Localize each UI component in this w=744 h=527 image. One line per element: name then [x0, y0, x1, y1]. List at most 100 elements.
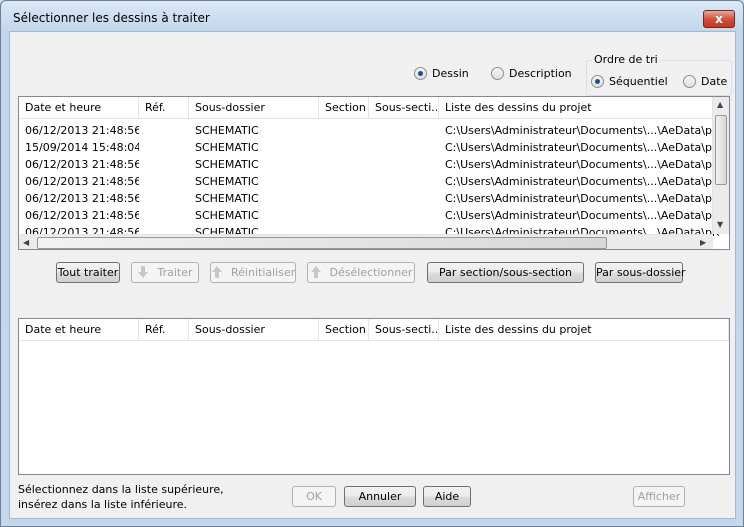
cell-drawing-path: C:\Users\Administrateur\Documents\...\Ae…	[445, 192, 719, 205]
cell-date: 06/12/2013 21:48:56	[25, 175, 139, 188]
radio-dessin-indicator[interactable]	[414, 67, 427, 80]
cell-section	[319, 173, 369, 190]
deselect-button[interactable]: Désélectionner	[307, 262, 415, 283]
col-section[interactable]: Section	[319, 319, 369, 341]
cell-subfolder: SCHEMATIC	[195, 124, 259, 137]
upper-vertical-scrollbar[interactable]: ▲ ▼	[712, 97, 729, 234]
cell-section	[319, 207, 369, 224]
by-subfolder-button[interactable]: Par sous-dossier	[595, 262, 686, 283]
cell-drawing-path: C:\Users\Administrateur\Documents\...\Ae…	[445, 124, 719, 137]
cell-section	[319, 122, 369, 139]
table-row[interactable]: 06/12/2013 21:48:56 SCHEMATIC C:\Users\Adm…	[19, 207, 719, 224]
radio-description-indicator[interactable]	[491, 67, 504, 80]
deselect-button-label: Désélectionner	[329, 266, 413, 279]
radio-dessin-label: Dessin	[432, 67, 469, 80]
col-drawing-list[interactable]: Liste des dessins du projet	[439, 97, 719, 119]
cell-ref	[139, 173, 189, 190]
by-section-button[interactable]: Par section/sous-section	[427, 262, 584, 283]
arrow-up-icon	[212, 266, 222, 278]
radio-dessin[interactable]: Dessin	[414, 67, 469, 80]
scroll-right-arrow-icon[interactable]: ▶	[700, 239, 706, 247]
cell-date: 06/12/2013 21:48:56	[25, 158, 139, 171]
table-row[interactable]: 15/09/2014 15:48:04 SCHEMATIC C:\Users\Adm…	[19, 139, 719, 156]
cell-ref	[139, 139, 189, 156]
cell-subsection	[369, 156, 439, 173]
cancel-button[interactable]: Annuler	[344, 486, 416, 507]
upper-list-header: Date et heure Réf. Sous-dossier Section …	[19, 97, 719, 119]
cell-subsection	[369, 207, 439, 224]
cell-section	[319, 156, 369, 173]
scroll-down-arrow-icon[interactable]: ▼	[717, 221, 723, 229]
cell-ref	[139, 122, 189, 139]
lower-list-header: Date et heure Réf. Sous-dossier Section …	[19, 319, 729, 341]
cell-subsection	[369, 173, 439, 190]
upper-horizontal-scrollbar[interactable]: ◀ ▶	[19, 234, 713, 249]
title-bar[interactable]: Sélectionner les dessins à traiter x	[1, 1, 743, 31]
cell-drawing-path: C:\Users\Administrateur\Documents\...\Ae…	[445, 141, 719, 154]
radio-description[interactable]: Description	[491, 67, 572, 80]
process-all-button[interactable]: Tout traiter	[56, 262, 120, 283]
col-subfolder[interactable]: Sous-dossier	[189, 97, 319, 119]
col-section[interactable]: Section	[319, 97, 369, 119]
scroll-up-arrow-icon[interactable]: ▲	[717, 101, 723, 109]
reset-button[interactable]: Réinitialiser	[210, 262, 296, 283]
cell-date: 15/09/2014 15:48:04	[25, 141, 139, 154]
table-row[interactable]: 06/12/2013 21:48:56 SCHEMATIC C:\Users\Adm…	[19, 173, 719, 190]
cell-date: 06/12/2013 21:48:56	[25, 209, 139, 222]
cell-subfolder: SCHEMATIC	[195, 175, 259, 188]
col-date[interactable]: Date et heure	[19, 319, 139, 341]
cell-subsection	[369, 122, 439, 139]
cell-subsection	[369, 139, 439, 156]
upper-drawing-list[interactable]: Date et heure Réf. Sous-dossier Section …	[18, 96, 730, 250]
sort-order-label: Ordre de tri	[592, 53, 660, 66]
table-row[interactable]: 06/12/2013 21:48:56 SCHEMATIC C:\Users\Adm…	[19, 156, 719, 173]
ok-button[interactable]: OK	[292, 486, 336, 507]
cell-date: 06/12/2013 21:48:56	[25, 192, 139, 205]
cell-subfolder: SCHEMATIC	[195, 158, 259, 171]
view-button[interactable]: Afficher	[633, 486, 685, 507]
radio-date[interactable]: Date	[683, 75, 727, 88]
col-date[interactable]: Date et heure	[19, 97, 139, 119]
cell-subfolder: SCHEMATIC	[195, 192, 259, 205]
instruction-line-2: insérez dans la liste inférieure.	[18, 498, 188, 511]
radio-description-label: Description	[509, 67, 572, 80]
cell-drawing-path: C:\Users\Administrateur\Documents\...\Ae…	[445, 158, 719, 171]
help-button[interactable]: Aide	[423, 486, 471, 507]
cell-section	[319, 190, 369, 207]
arrow-down-icon	[138, 266, 149, 278]
cell-drawing-path: C:\Users\Administrateur\Documents\...\Ae…	[445, 175, 719, 188]
close-button[interactable]: x	[703, 10, 735, 28]
cell-ref	[139, 156, 189, 173]
dialog-client-area: Dessin Description Ordre de tri Séquenti…	[9, 31, 736, 519]
cell-subsection	[369, 190, 439, 207]
table-row[interactable]: 06/12/2013 21:48:56 SCHEMATIC C:\Users\Adm…	[19, 122, 719, 139]
scroll-h-thumb[interactable]	[37, 237, 607, 249]
arrow-up-icon	[310, 266, 321, 278]
radio-sequentiel[interactable]: Séquentiel	[591, 75, 668, 88]
col-drawing-list[interactable]: Liste des dessins du projet	[439, 319, 729, 341]
radio-date-label: Date	[701, 75, 728, 88]
radio-sequentiel-indicator[interactable]	[591, 75, 604, 88]
col-subsection[interactable]: Sous-secti...	[369, 97, 439, 119]
scroll-left-arrow-icon[interactable]: ◀	[23, 239, 29, 247]
lower-drawing-list[interactable]: Date et heure Réf. Sous-dossier Section …	[18, 318, 730, 475]
table-row[interactable]: 06/12/2013 21:48:56 SCHEMATIC C:\Users\Adm…	[19, 190, 719, 207]
radio-date-indicator[interactable]	[683, 75, 696, 88]
cell-subfolder: SCHEMATIC	[195, 141, 259, 154]
cell-date: 06/12/2013 21:48:56	[25, 124, 139, 137]
col-ref[interactable]: Réf.	[139, 97, 189, 119]
radio-sequentiel-label: Séquentiel	[609, 75, 668, 88]
instruction-line-1: Sélectionnez dans la liste supérieure,	[18, 483, 224, 496]
reset-button-label: Réinitialiser	[231, 266, 296, 279]
col-ref[interactable]: Réf.	[139, 319, 189, 341]
cell-ref	[139, 207, 189, 224]
cell-ref	[139, 190, 189, 207]
col-subsection[interactable]: Sous-secti...	[369, 319, 439, 341]
instruction-text: Sélectionnez dans la liste supérieure, i…	[18, 482, 224, 512]
cell-subfolder: SCHEMATIC	[195, 209, 259, 222]
process-button[interactable]: Traiter	[131, 262, 199, 283]
scroll-v-thumb[interactable]	[715, 115, 727, 185]
process-button-label: Traiter	[157, 266, 193, 279]
col-subfolder[interactable]: Sous-dossier	[189, 319, 319, 341]
cell-section	[319, 139, 369, 156]
